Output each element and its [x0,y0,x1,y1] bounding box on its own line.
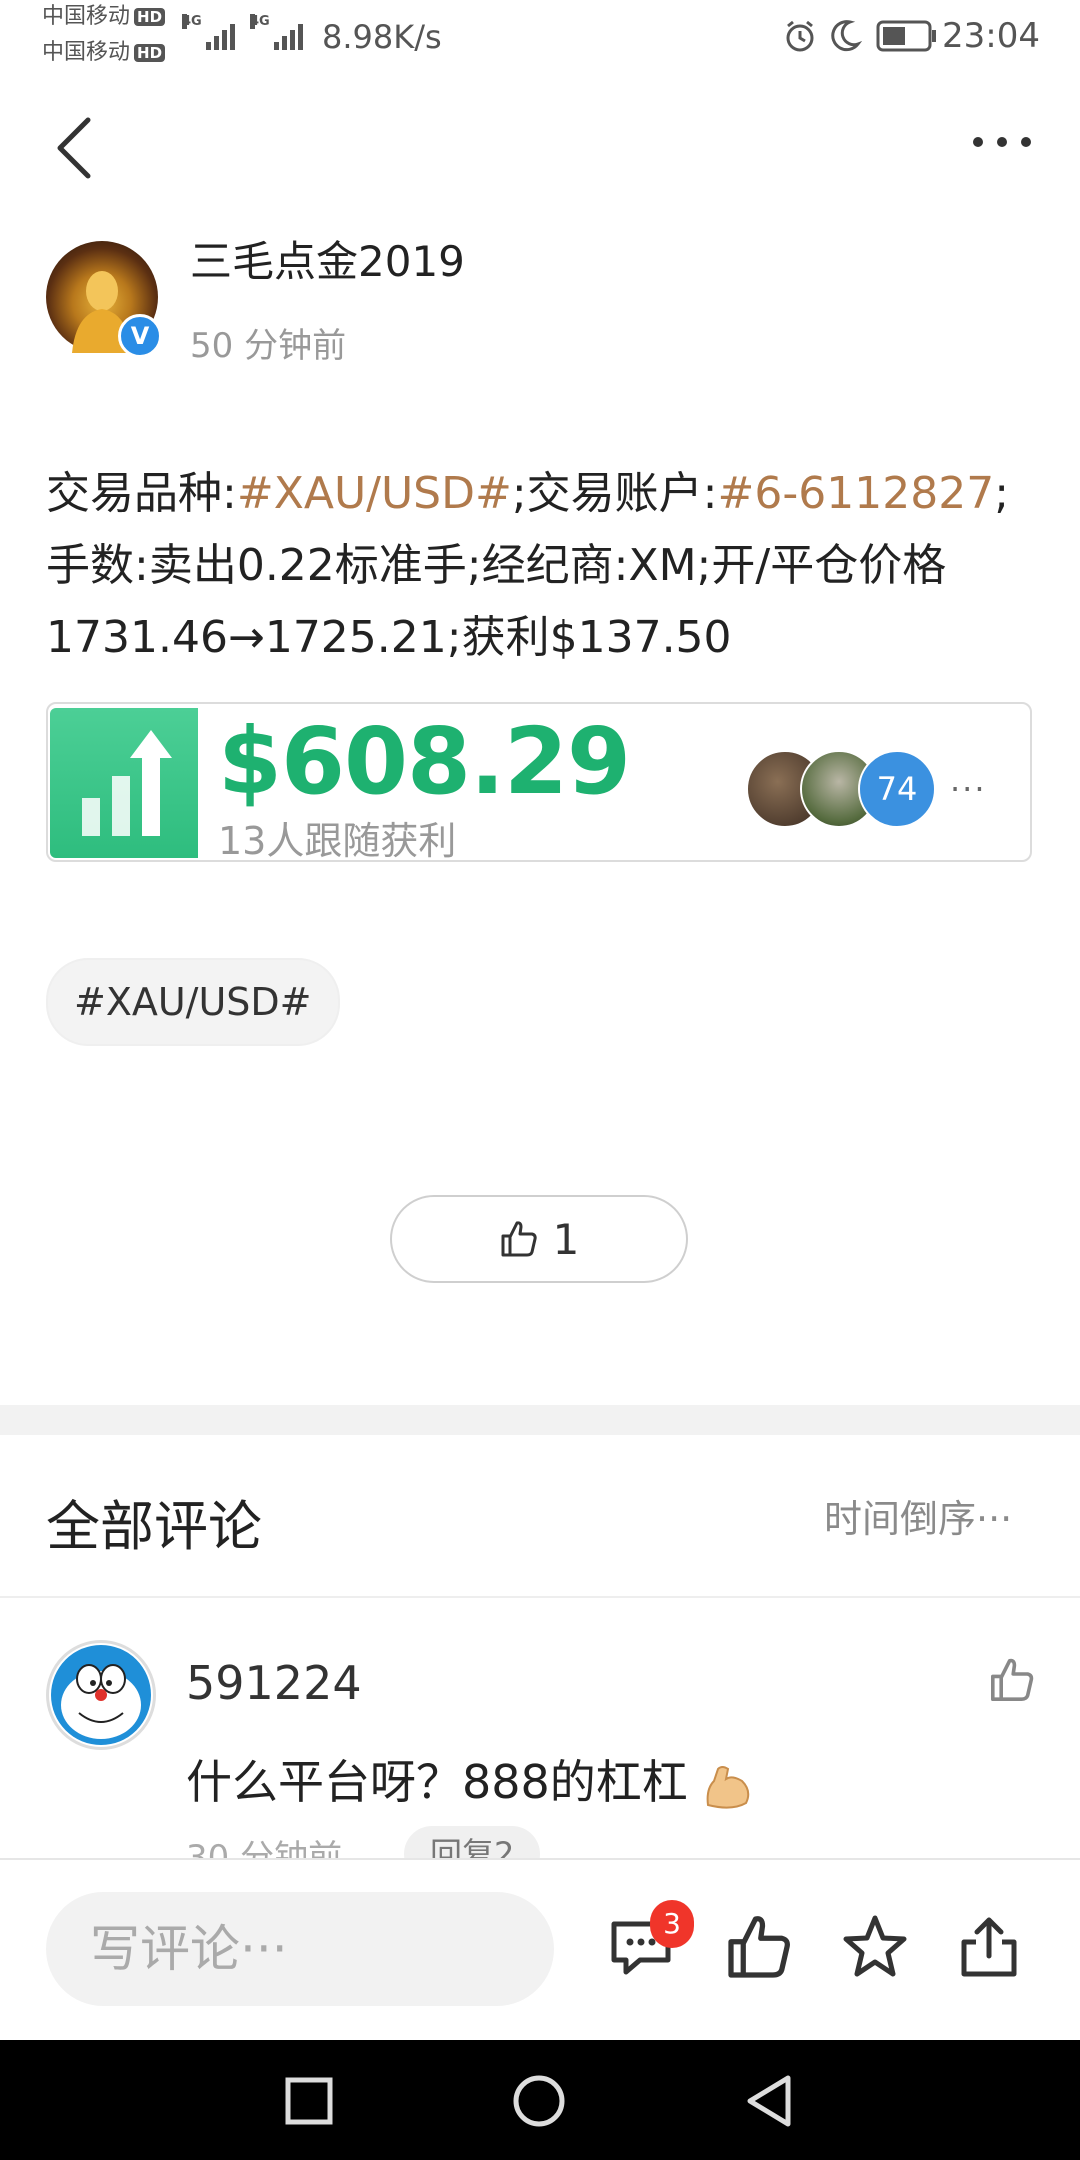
back-icon[interactable] [52,114,96,182]
back-nav-icon[interactable] [744,2074,794,2128]
flexed-biceps-icon [707,1765,750,1809]
card-more-icon[interactable]: ··· [950,770,987,808]
comment-text: 什么平台呀？888的杠杠 [186,1746,754,1812]
commenter-name[interactable]: 591224 [186,1656,362,1710]
like-button[interactable]: 1 [390,1195,688,1283]
verified-badge-icon: V [118,314,162,358]
hashtag-link[interactable]: #XAU/USD# [237,468,512,519]
carrier-label: 中国移动 HD [42,4,166,30]
post-line: 手数:卖出0.22标准手;经纪商:XM;开/平仓价格 [46,540,947,591]
network-speed: 8.98K/s [322,18,442,56]
divider [0,1596,1080,1598]
post-time: 50 分钟前 [190,326,347,366]
topic-tag[interactable]: #XAU/USD# [46,958,340,1046]
bar-chart-icon [50,708,198,858]
comment-count-badge: 3 [650,1900,694,1948]
author-name[interactable]: 三毛点金2019 [190,228,465,289]
comment-like-icon[interactable] [988,1656,1036,1704]
follower-count-badge: 74 [858,750,936,828]
recent-apps-icon[interactable] [284,2076,334,2126]
like-count: 1 [552,1214,580,1264]
system-nav-bar [0,2040,1080,2160]
moon-icon [831,20,862,52]
carrier-label: 中国移动 HD [42,40,166,66]
post-line: 交易品种:#XAU/USD#;交易账户:#6-6112827; [46,468,1010,519]
sort-dropdown[interactable]: 时间倒序··· [824,1488,1012,1543]
clock: 23:04 [942,16,1040,56]
post-content: 交易品种:#XAU/USD#;交易账户:#6-6112827; 手数:卖出0.2… [46,458,1036,674]
commenter-avatar[interactable] [46,1640,156,1750]
thumbs-up-icon[interactable] [724,1912,794,1982]
status-bar: 中国移动 HD 中国移动 HD 4G 4G 8.98K/s 23:04 [0,0,1080,72]
section-divider [0,1405,1080,1435]
alarm-icon [786,20,814,52]
post-line: 1731.46→1725.21;获利$137.50 [46,612,732,663]
home-icon[interactable] [512,2074,566,2128]
thumbs-up-icon [501,1221,537,1257]
top-nav [0,100,1080,210]
share-icon[interactable] [954,1912,1024,1982]
comments-title: 全部评论 [46,1495,262,1558]
profit-amount: $608.29 [218,708,631,815]
followers-profit-label: 13人跟随获利 [218,819,457,863]
star-icon[interactable] [840,1912,910,1982]
more-icon[interactable] [970,134,1034,150]
account-link[interactable]: #6-6112827 [718,468,995,519]
signal-icon: 4G [182,14,235,50]
signal-icon: 4G [250,14,303,50]
comment-input[interactable]: 写评论··· [46,1892,554,2006]
battery-icon [876,20,936,52]
